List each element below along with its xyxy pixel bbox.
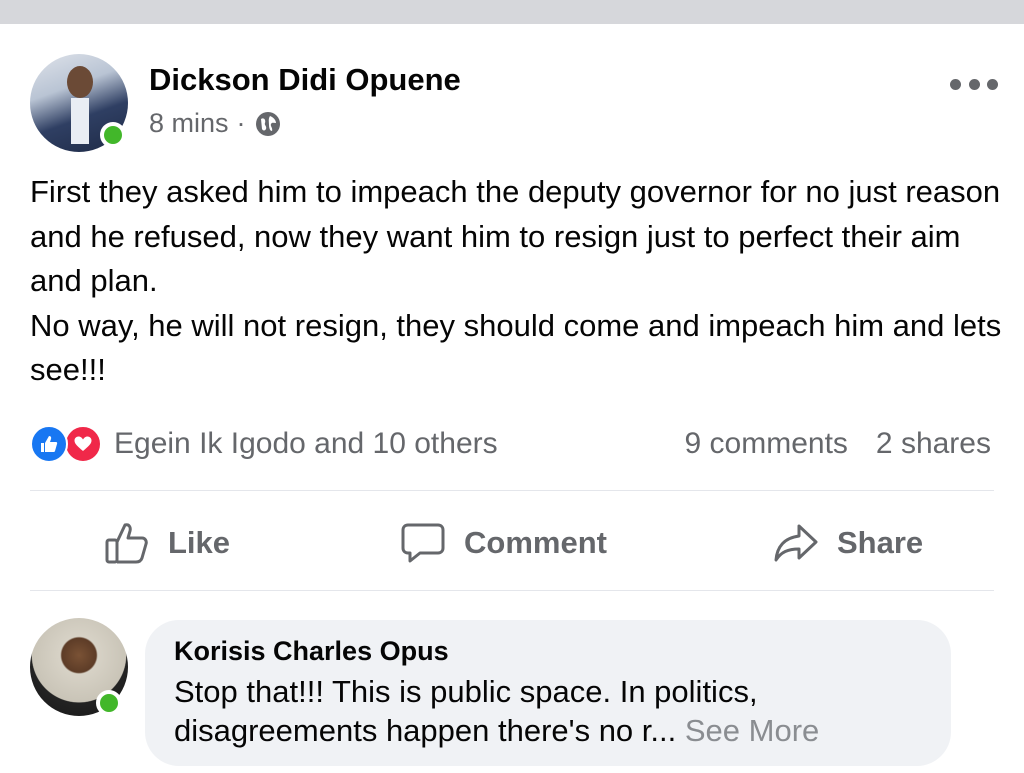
- reactions-summary[interactable]: Egein Ik Igodo and 10 others: [30, 422, 498, 466]
- post-meta: 8 mins ·: [149, 108, 282, 139]
- love-reaction-icon: [64, 425, 102, 463]
- comment-line-text: disagreements happen there's no r...: [174, 713, 677, 748]
- more-dot-icon: [968, 78, 980, 90]
- like-reaction-icon: [30, 425, 68, 463]
- like-label: Like: [168, 525, 231, 560]
- share-arrow-icon: [774, 524, 818, 562]
- avatar-shirt: [71, 98, 89, 144]
- comment-label: Comment: [464, 525, 607, 560]
- commenter-name[interactable]: Korisis Charles Opus: [174, 636, 449, 667]
- top-separator-bar: [0, 0, 1024, 24]
- comments-count[interactable]: 9 comments: [685, 427, 848, 461]
- divider: [30, 590, 994, 591]
- share-button[interactable]: Share: [773, 515, 923, 571]
- engagement-counts: 9 comments 2 shares: [685, 422, 991, 466]
- online-status-indicator: [96, 690, 122, 716]
- more-dot-icon: [950, 78, 961, 90]
- post-text: First they asked him to impeach the depu…: [30, 170, 1005, 393]
- divider: [30, 490, 994, 491]
- see-more-link[interactable]: See More: [685, 713, 819, 748]
- comment-text: Stop that!!! This is public space. In po…: [174, 672, 934, 750]
- more-dot-icon: [987, 78, 998, 90]
- avatar-head: [67, 66, 93, 98]
- like-button[interactable]: Like: [104, 515, 230, 571]
- comment-button[interactable]: Comment: [400, 515, 607, 571]
- online-status-indicator: [100, 122, 126, 148]
- shares-count[interactable]: 2 shares: [876, 427, 991, 461]
- comment-line: Stop that!!! This is public space. In po…: [174, 674, 758, 709]
- thumbs-up-icon: [105, 523, 148, 564]
- post-timestamp[interactable]: 8 mins: [149, 108, 229, 139]
- globe-icon: [255, 111, 280, 136]
- share-label: Share: [837, 525, 924, 560]
- more-options-button[interactable]: [950, 70, 998, 98]
- meta-separator: ·: [236, 108, 246, 138]
- post-author-name[interactable]: Dickson Didi Opuene: [149, 62, 461, 98]
- comment-line: disagreements happen there's no r... See…: [174, 711, 934, 750]
- post-paragraph: First they asked him to impeach the depu…: [30, 174, 1001, 298]
- post-paragraph: No way, he will not resign, they should …: [30, 307, 1002, 388]
- reaction-names[interactable]: Egein Ik Igodo and 10 others: [114, 427, 498, 461]
- comment-icon: [401, 523, 445, 563]
